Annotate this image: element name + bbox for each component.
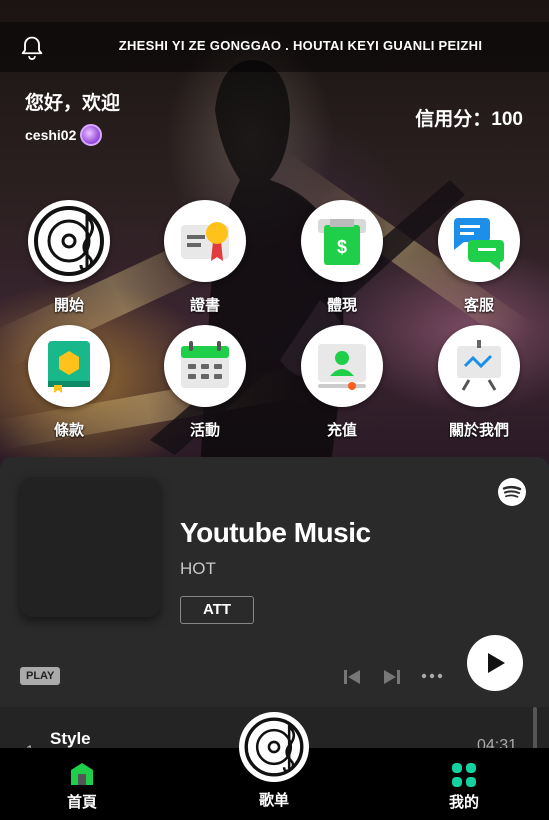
player-card: Youtube Music HOT ATT PLAY [0,457,549,707]
grid-label: 證書 [189,297,220,314]
username: ceshi02 [25,127,77,143]
previous-icon[interactable] [342,667,362,687]
grid-item-about[interactable]: 關於我們 [434,325,524,440]
att-button[interactable]: ATT [180,596,254,624]
grid-label: 體現 [326,297,357,314]
center-disc-button[interactable] [239,712,309,782]
user-info: ceshi02 [25,124,103,146]
grid-label: 充值 [326,422,357,439]
calendar-icon [164,325,246,407]
grid-item-recharge[interactable]: 充值 [297,325,387,440]
music-disc-icon [244,717,304,777]
grid-item-withdraw[interactable]: $ 體現 [297,200,387,315]
grid-label: 活動 [189,422,220,439]
album-cover[interactable] [20,477,160,617]
grid-item-certificate[interactable]: 證書 [160,200,250,315]
terms-book-icon [28,325,110,407]
recharge-icon [301,325,383,407]
grid-item-support[interactable]: 客服 [434,200,524,315]
grid-item-terms[interactable]: 條款 [24,325,114,440]
nav-home-label: 首頁 [66,794,97,811]
nav-songs-label: 歌单 [258,792,289,809]
svg-text:$: $ [337,237,347,257]
vip-badge-icon [80,124,103,146]
more-icon[interactable] [421,673,443,679]
grid-label: 關於我們 [448,422,509,439]
nav-home[interactable]: 首頁 [32,748,132,820]
grid-label: 客服 [463,297,494,314]
home-icon [71,763,93,785]
play-tag: PLAY [20,667,61,685]
play-icon [488,653,505,673]
grid-dots-icon [452,763,476,787]
grid-label: 條款 [53,422,84,439]
bell-icon[interactable] [18,34,46,62]
grid-item-start[interactable]: 開始 [24,200,114,315]
nav-mine[interactable]: 我的 [414,748,514,820]
music-disc-icon [28,200,110,282]
scrollbar[interactable] [533,707,537,752]
song-title: Style [50,729,91,748]
notice-text: ZHESHI YI ZE GONGGAO . HOUTAI KEYI GUANL… [118,38,483,53]
withdraw-icon: $ [301,200,383,282]
notice-bar[interactable]: ZHESHI YI ZE GONGGAO . HOUTAI KEYI GUANL… [0,22,549,72]
certificate-icon [164,200,246,282]
spotify-icon[interactable] [498,478,526,506]
presentation-icon [438,325,520,407]
grid-item-activity[interactable]: 活動 [160,325,250,440]
grid-label: 開始 [53,297,84,314]
track-title: Youtube Music [180,517,371,548]
credit-score: 信用分：100 [415,109,523,130]
chat-icon [438,200,520,282]
play-button[interactable] [467,635,523,691]
next-icon[interactable] [382,667,402,687]
greeting: 您好，欢迎 [25,93,121,114]
track-subtitle: HOT [180,559,216,578]
nav-mine-label: 我的 [448,794,479,811]
